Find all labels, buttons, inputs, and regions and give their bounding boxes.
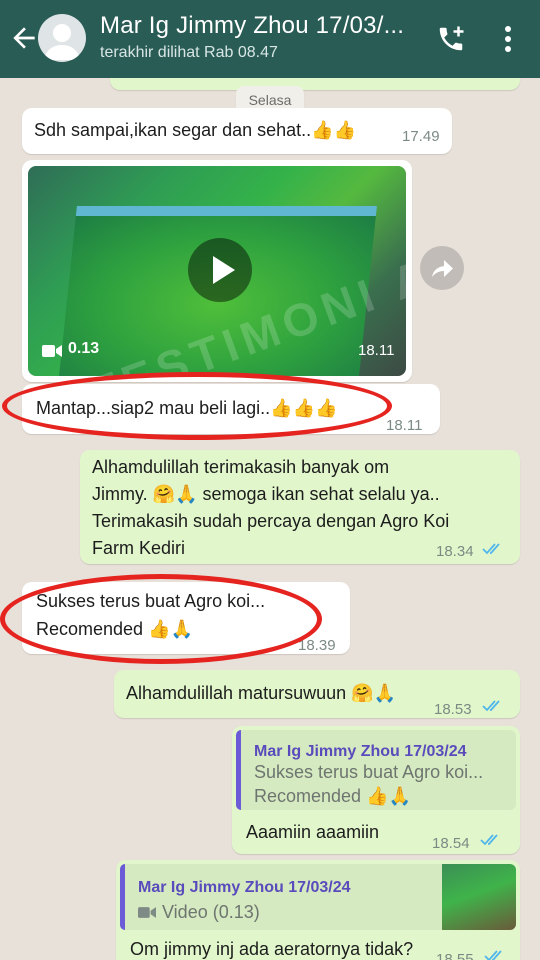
read-ticks-icon — [480, 834, 498, 846]
message-line: Jimmy. 🤗🙏 semoga ikan sehat selalu ya.. — [92, 484, 440, 504]
video-camera-icon — [138, 907, 156, 918]
quoted-text: Video (0.13) — [162, 902, 260, 922]
message-bubble-outgoing[interactable]: Alhamdulillah terimakasih banyak om Jimm… — [80, 450, 520, 564]
message-time: 18.55 — [436, 951, 474, 960]
message-line: Farm Kediri — [92, 538, 186, 558]
quoted-message[interactable]: Mar Ig Jimmy Zhou 17/03/24 Video (0.13) — [120, 864, 516, 930]
message-list[interactable]: Selasa Sdh sampai,ikan segar dan sehat..… — [0, 78, 540, 960]
message-line: Terimakasih sudah percaya dengan Agro Ko… — [92, 511, 450, 531]
quote-accent-bar — [120, 864, 125, 930]
last-seen-status: terakhir dilihat Rab 08.47 — [100, 44, 278, 61]
message-bubble-incoming[interactable]: Sdh sampai,ikan segar dan sehat..👍👍 17.4… — [22, 108, 452, 154]
quoted-text: Sukses terus buat Agro koi... — [254, 762, 484, 782]
message-text: Alhamdulillah matursuwuun 🤗🙏 — [126, 683, 396, 703]
read-ticks-icon — [484, 950, 502, 960]
message-bubble-partial — [110, 78, 520, 90]
video-message[interactable]: TESTIMONI AGRO KOI FARM 0.13 18.11 — [22, 160, 412, 382]
quoted-sender: Mar Ig Jimmy Zhou 17/03/24 — [138, 879, 351, 896]
highlight-ring — [2, 372, 392, 440]
message-bubble-outgoing[interactable]: Alhamdulillah matursuwuun 🤗🙏 18.53 — [114, 670, 520, 718]
message-time: 18.34 — [436, 543, 474, 560]
back-arrow-icon[interactable] — [8, 22, 40, 54]
forward-button[interactable] — [420, 246, 464, 290]
message-line: Alhamdulillah terimakasih banyak om — [92, 457, 390, 477]
video-camera-icon — [42, 345, 62, 357]
message-time: 18.53 — [434, 701, 472, 718]
play-icon — [213, 256, 235, 284]
video-thumbnail[interactable]: TESTIMONI AGRO KOI FARM 0.13 18.11 — [28, 166, 406, 376]
message-bubble-outgoing[interactable]: Mar Ig Jimmy Zhou 17/03/24 Sukses terus … — [232, 726, 520, 854]
message-time: 18.11 — [358, 342, 395, 359]
quote-accent-bar — [236, 730, 241, 810]
quoted-message[interactable]: Mar Ig Jimmy Zhou 17/03/24 Sukses terus … — [236, 730, 516, 810]
read-ticks-icon — [482, 700, 500, 712]
highlight-ring — [0, 574, 322, 664]
message-text: Sdh sampai,ikan segar dan sehat..👍👍 — [34, 120, 356, 140]
message-text: Aaamiin aaamiin — [246, 822, 380, 842]
message-bubble-outgoing[interactable]: Mar Ig Jimmy Zhou 17/03/24 Video (0.13) … — [116, 860, 520, 960]
quoted-video-thumbnail — [442, 864, 516, 930]
video-duration: 0.13 — [68, 340, 100, 357]
avatar[interactable] — [38, 14, 86, 62]
read-ticks-icon — [482, 543, 500, 555]
message-time: 18.11 — [386, 417, 423, 434]
message-time: 17.49 — [402, 128, 440, 145]
message-time: 18.54 — [432, 835, 470, 852]
default-avatar-icon — [44, 24, 80, 60]
contact-name[interactable]: Mar Ig Jimmy Zhou 17/03/... — [100, 12, 420, 40]
quoted-text: Recomended 👍🙏 — [254, 786, 411, 806]
more-menu-icon[interactable] — [500, 24, 516, 54]
chat-header: Mar Ig Jimmy Zhou 17/03/... terakhir dil… — [0, 0, 540, 78]
play-button[interactable] — [188, 238, 252, 302]
forward-icon — [432, 260, 453, 277]
add-call-icon[interactable] — [436, 24, 466, 54]
message-text: Om jimmy inj ada aeratornya tidak? — [130, 939, 414, 959]
